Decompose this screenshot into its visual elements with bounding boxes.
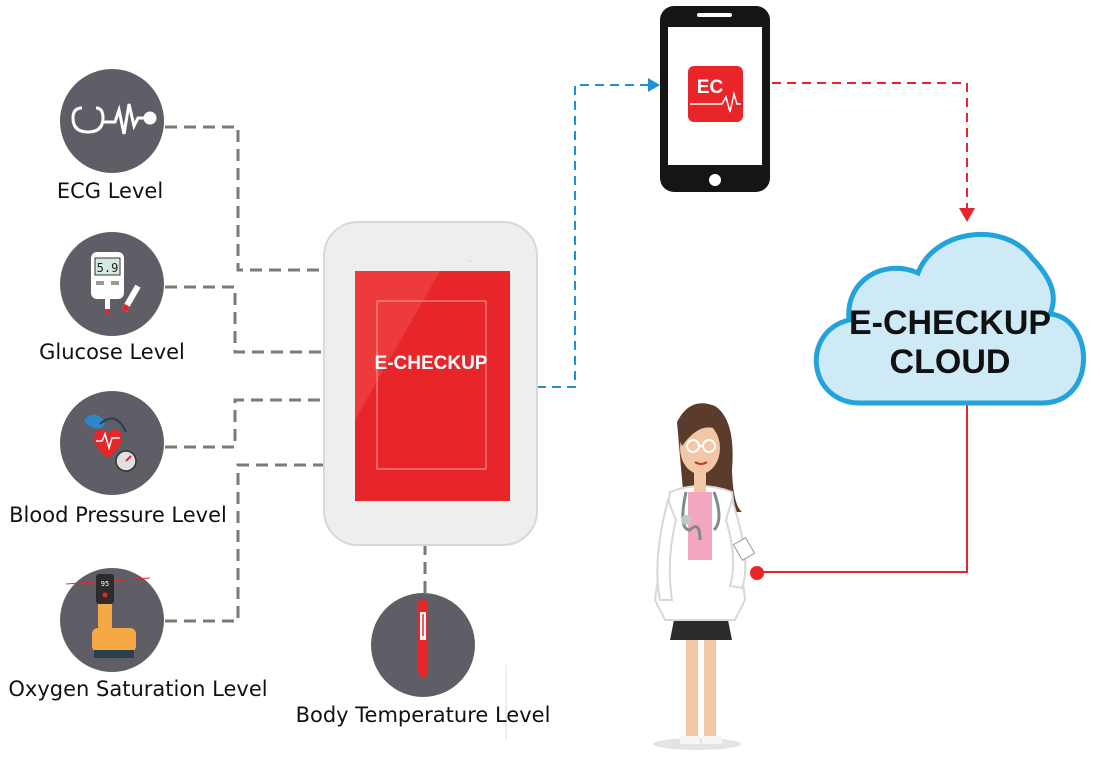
app-icon-label: EC xyxy=(697,77,724,98)
cloud-title-line1: E-CHECKUP xyxy=(849,304,1051,342)
iot-health-diagram: ECG Level 5.9 Glucose Level Blood Pressu… xyxy=(8,6,1086,750)
oxygen-connector xyxy=(165,463,326,623)
oxygen-sensor: 95 Oxygen Saturation Level xyxy=(8,568,268,701)
doctor-icon xyxy=(653,403,764,750)
blood-pressure-sensor: Blood Pressure Level xyxy=(9,391,227,527)
ecg-connector xyxy=(165,125,326,272)
echeckup-device: E-CHECKUP xyxy=(323,221,538,546)
phone-arrowhead xyxy=(648,78,660,92)
temperature-sensor: Body Temperature Level xyxy=(296,593,551,740)
device-to-phone-connector xyxy=(537,84,655,388)
thermometer-icon xyxy=(418,599,428,678)
cloud-arrowhead xyxy=(959,208,975,222)
phone-to-cloud-connector xyxy=(772,82,968,212)
smartphone-home-button xyxy=(709,174,721,186)
ecg-sensor: ECG Level xyxy=(57,69,164,203)
glucose-level-label: Glucose Level xyxy=(39,340,185,364)
oximeter-reading: 95 xyxy=(101,580,109,588)
blood-pressure-level-label: Blood Pressure Level xyxy=(9,503,227,527)
blood-pressure-connector xyxy=(165,398,326,449)
glucometer-reading: 5.9 xyxy=(97,261,119,275)
temperature-level-label: Body Temperature Level xyxy=(296,703,551,727)
oxygen-level-label: Oxygen Saturation Level xyxy=(8,677,267,701)
smartphone: EC xyxy=(660,6,770,192)
ecg-level-label: ECG Level xyxy=(57,179,163,203)
cloud-title-line2: CLOUD xyxy=(890,343,1011,381)
echeckup-app-icon: EC xyxy=(688,66,743,122)
glucose-connector xyxy=(165,285,326,354)
cloud-to-doctor-connector xyxy=(758,405,968,573)
doctor-connector-dot xyxy=(750,566,764,580)
device-label: E-CHECKUP xyxy=(375,353,488,374)
cloud-icon: E-CHECKUP CLOUD xyxy=(813,232,1086,406)
glucose-sensor: 5.9 Glucose Level xyxy=(39,232,185,364)
